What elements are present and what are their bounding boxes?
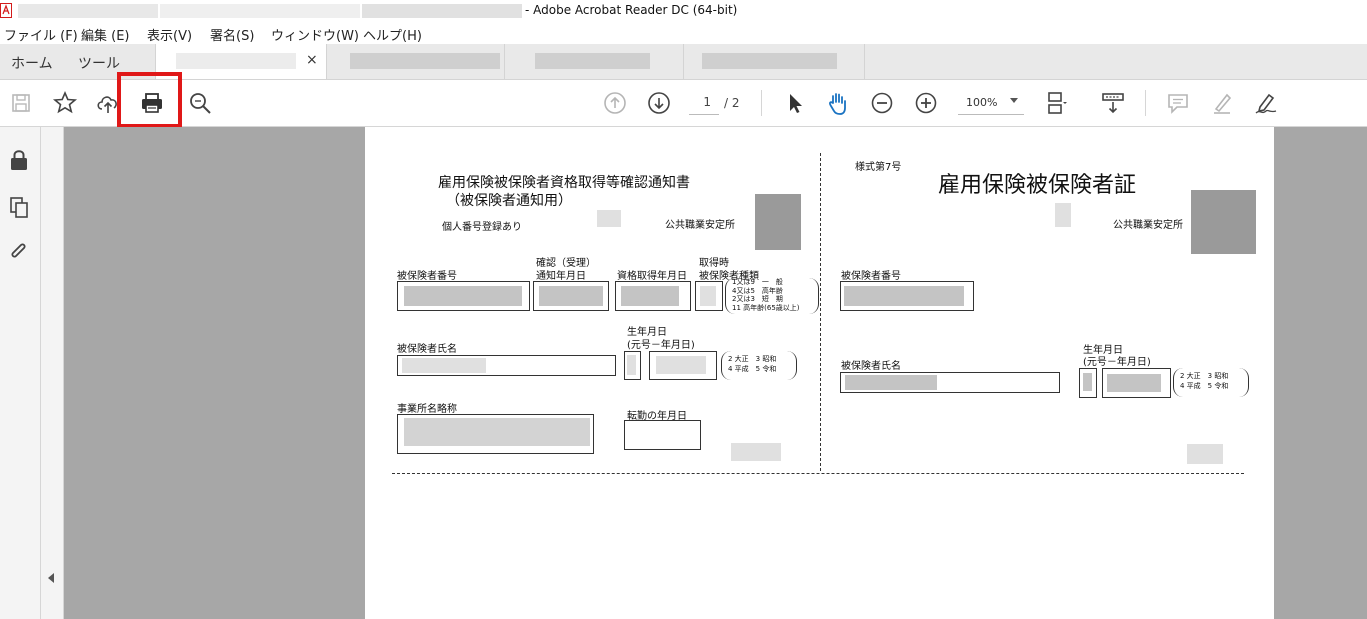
zoom-in-icon[interactable] — [912, 89, 940, 117]
insured-number-label: 被保険者番号 — [397, 271, 457, 282]
bookmark-star-icon[interactable] — [51, 89, 79, 117]
blurred-filename — [18, 4, 158, 18]
menu-bar: ファイル (F) 編集 (E) 表示(V) 署名(S) ウィンドウ(W) ヘルプ… — [0, 22, 1367, 44]
redacted — [597, 210, 621, 227]
vertical-cut-line — [820, 153, 821, 471]
window-title: - Adobe Acrobat Reader DC (64-bit) — [525, 3, 738, 17]
scroll-mode-icon[interactable] — [1099, 89, 1127, 117]
next-page-icon[interactable] — [645, 89, 673, 117]
birthdate-label: (元号－年月日) — [1083, 357, 1151, 368]
print-highlight-box — [117, 72, 182, 128]
redacted — [1187, 444, 1223, 464]
birthdate-label: (元号－年月日) — [627, 340, 695, 351]
attachment-icon[interactable] — [7, 240, 31, 264]
menu-edit[interactable]: 編集 (E) — [81, 25, 130, 44]
insured-number-field — [840, 281, 974, 311]
office-name-field — [397, 414, 594, 454]
tab-tools[interactable]: ツール — [78, 53, 120, 73]
toolbar-divider — [761, 90, 762, 116]
left-nav-panel — [0, 127, 41, 619]
birthdate-field — [1102, 368, 1171, 398]
select-cursor-icon[interactable] — [781, 89, 809, 117]
insured-name-field — [397, 355, 616, 376]
doc-subtitle: （被保険者通知用） — [446, 193, 572, 209]
page-number-input[interactable]: 1 — [689, 92, 719, 115]
hand-tool-icon[interactable] — [824, 89, 852, 117]
redacted — [1191, 190, 1256, 254]
search-zoom-icon[interactable] — [186, 89, 214, 117]
document-tab[interactable] — [326, 44, 505, 79]
menu-view[interactable]: 表示(V) — [147, 25, 192, 44]
highlight-pen-icon[interactable] — [1208, 89, 1236, 117]
era-field — [1079, 368, 1097, 398]
office-label: 公共職業安定所 — [1113, 220, 1183, 231]
zoom-select[interactable]: 100% — [958, 92, 1024, 115]
era-field — [624, 351, 641, 380]
era-options: 2 大正 3 昭和 4 平成 5 令和 — [1173, 368, 1249, 397]
menu-help[interactable]: ヘルプ(H) — [363, 25, 422, 44]
office-label: 公共職業安定所 — [665, 220, 735, 231]
certificate-title: 雇用保険被保険者証 — [938, 173, 1137, 198]
acrobat-app-icon — [0, 3, 12, 18]
redacted — [755, 194, 801, 250]
office-name-label: 事業所名略称 — [397, 404, 457, 415]
document-tab[interactable] — [684, 44, 865, 79]
title-bar: - Adobe Acrobat Reader DC (64-bit) — [0, 0, 1367, 22]
tab-home[interactable]: ホーム — [11, 53, 53, 73]
chevron-down-icon — [1010, 98, 1018, 103]
redacted — [731, 443, 781, 461]
comment-icon[interactable] — [1164, 89, 1192, 117]
form-number-label: 様式第7号 — [855, 162, 902, 173]
collapse-arrow-icon[interactable] — [48, 573, 54, 583]
prev-page-icon[interactable] — [601, 89, 629, 117]
blurred-filename — [362, 4, 522, 18]
menu-sign[interactable]: 署名(S) — [210, 25, 254, 44]
horizontal-cut-line — [392, 473, 1244, 474]
toolbar: 1 / 2 100% — [0, 80, 1367, 127]
acquisition-date-label: 資格取得年月日 — [617, 271, 687, 282]
menu-window[interactable]: ウィンドウ(W) — [271, 25, 359, 44]
confirm-date-field — [533, 281, 609, 311]
insured-name-label: 被保険者氏名 — [841, 361, 901, 372]
insured-name-label: 被保険者氏名 — [397, 344, 457, 355]
type-options: 1又は9 一 般 4又は5 高年齢 2又は3 短 期 11 高年齢(65歳以上) — [725, 278, 819, 314]
era-options: 2 大正 3 昭和 4 平成 5 令和 — [721, 351, 797, 380]
page-fit-icon[interactable] — [1042, 89, 1070, 117]
menu-file[interactable]: ファイル (F) — [4, 25, 78, 44]
sign-icon[interactable] — [1252, 89, 1280, 117]
mynumber-label: 個人番号登録あり — [442, 222, 522, 233]
tab-close-button[interactable]: × — [306, 52, 318, 68]
blurred-filename — [160, 4, 360, 18]
zoom-out-icon[interactable] — [868, 89, 896, 117]
redacted — [1055, 203, 1071, 227]
zoom-value: 100% — [966, 96, 998, 109]
insured-name-field — [840, 372, 1060, 393]
document-tab[interactable] — [505, 44, 684, 79]
acquisition-date-field — [615, 281, 691, 311]
birthdate-field — [649, 351, 717, 380]
confirm-date-label: 通知年月日 — [536, 271, 586, 282]
page-total: / 2 — [724, 96, 740, 110]
insured-number-label: 被保険者番号 — [841, 271, 901, 282]
pages-icon[interactable] — [7, 195, 31, 219]
insured-number-field — [397, 281, 530, 311]
save-icon[interactable] — [7, 89, 35, 117]
transfer-date-field — [624, 420, 701, 450]
doc-title: 雇用保険被保険者資格取得等確認通知書 — [438, 175, 690, 191]
pdf-page: 雇用保険被保険者資格取得等確認通知書 （被保険者通知用） 個人番号登録あり 公共… — [365, 127, 1274, 619]
side-panel-collapse-bar[interactable] — [41, 127, 64, 619]
toolbar-divider — [1145, 90, 1146, 116]
type-field — [695, 281, 723, 311]
lock-icon[interactable] — [7, 148, 31, 172]
tab-bar: ホーム ツール × — [0, 44, 1367, 80]
